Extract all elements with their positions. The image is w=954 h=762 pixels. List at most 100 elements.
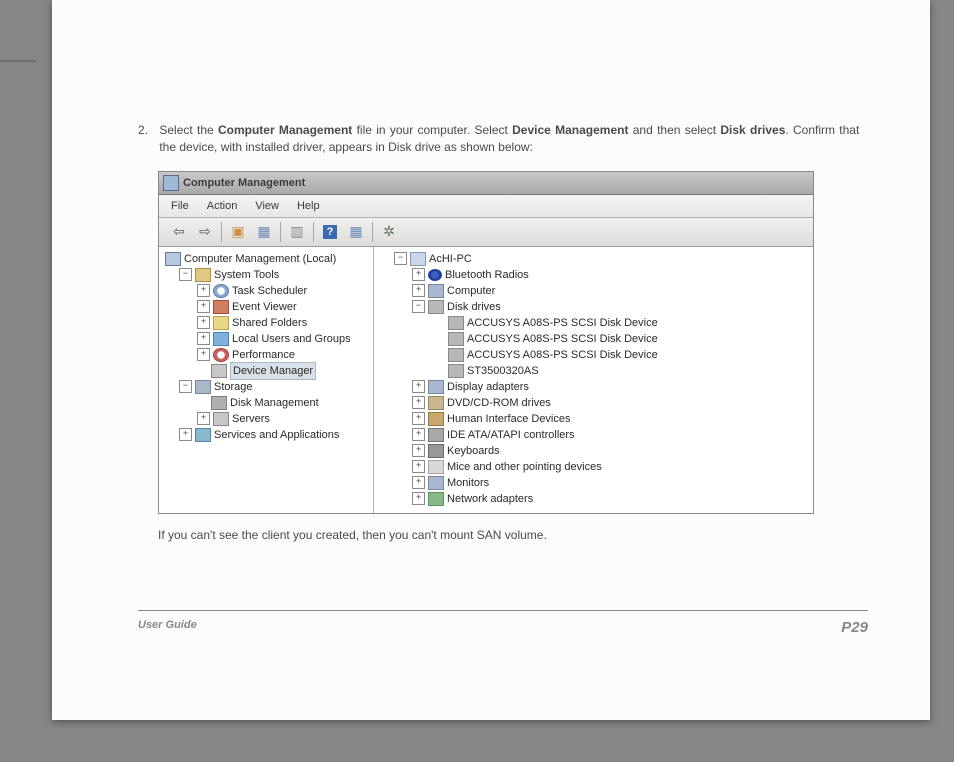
expand-icon[interactable]: + — [197, 300, 210, 313]
device-icon — [211, 364, 227, 378]
mouse-icon — [428, 460, 444, 474]
performance-icon — [213, 348, 229, 362]
tree-event-viewer[interactable]: +Event Viewer — [161, 299, 371, 315]
toolbar-separator — [280, 222, 281, 242]
device-disk-drives[interactable]: −Disk drives — [376, 299, 811, 315]
footer: User Guide P29 — [138, 610, 868, 636]
folder-icon — [213, 316, 229, 330]
right-pane[interactable]: −AcHI-PC +Bluetooth Radios +Computer −Di… — [374, 247, 813, 513]
services-icon — [195, 428, 211, 442]
expand-icon[interactable]: + — [412, 284, 425, 297]
show-hide-button[interactable]: ▦ — [252, 220, 276, 244]
toolbar-separator — [372, 222, 373, 242]
tree-performance[interactable]: +Performance — [161, 347, 371, 363]
device-network[interactable]: +Network adapters — [376, 491, 811, 507]
expand-icon[interactable]: + — [197, 316, 210, 329]
tree-device-manager[interactable]: Device Manager — [161, 363, 371, 379]
dvd-icon — [428, 396, 444, 410]
panes: Computer Management (Local) −System Tool… — [159, 247, 813, 513]
disk-icon — [211, 396, 227, 410]
expand-icon[interactable]: + — [412, 396, 425, 409]
instruction-body: Select the Computer Management file in y… — [159, 122, 859, 157]
server-icon — [213, 412, 229, 426]
drive-icon — [448, 316, 464, 330]
crop-mark-left — [0, 60, 36, 62]
help-button[interactable]: ? — [318, 220, 342, 244]
ide-icon — [428, 428, 444, 442]
forward-button[interactable]: ⇨ — [193, 220, 217, 244]
collapse-icon[interactable]: − — [394, 252, 407, 265]
device-bluetooth[interactable]: +Bluetooth Radios — [376, 267, 811, 283]
menu-view[interactable]: View — [255, 200, 279, 212]
expand-icon[interactable]: + — [412, 380, 425, 393]
tree-storage[interactable]: −Storage — [161, 379, 371, 395]
disk-device-1[interactable]: ACCUSYS A08S-PS SCSI Disk Device — [376, 315, 811, 331]
disk-device-3[interactable]: ACCUSYS A08S-PS SCSI Disk Device — [376, 347, 811, 363]
collapse-icon[interactable]: − — [179, 380, 192, 393]
expand-icon[interactable]: + — [412, 460, 425, 473]
screenshot-window: Computer Management File Action View Hel… — [158, 171, 814, 514]
toolbar-separator — [221, 222, 222, 242]
device-mice[interactable]: +Mice and other pointing devices — [376, 459, 811, 475]
pc-icon — [410, 252, 426, 266]
menu-help[interactable]: Help — [297, 200, 320, 212]
tree-task-scheduler[interactable]: +Task Scheduler — [161, 283, 371, 299]
note-text: If you can't see the client you created,… — [158, 528, 868, 542]
back-button[interactable]: ⇦ — [167, 220, 191, 244]
expand-icon[interactable]: + — [412, 444, 425, 457]
device-keyboards[interactable]: +Keyboards — [376, 443, 811, 459]
collapse-icon[interactable]: − — [179, 268, 192, 281]
expand-icon[interactable]: + — [412, 492, 425, 505]
device-computer[interactable]: +Computer — [376, 283, 811, 299]
expand-icon[interactable]: + — [197, 412, 210, 425]
disk-device-4[interactable]: ST3500320AS — [376, 363, 811, 379]
footer-guide: User Guide — [138, 619, 197, 636]
collapse-icon[interactable]: − — [412, 300, 425, 313]
menu-file[interactable]: File — [171, 200, 189, 212]
drive-icon — [448, 364, 464, 378]
tree-system-tools[interactable]: −System Tools — [161, 267, 371, 283]
expand-icon[interactable]: + — [197, 332, 210, 345]
tree-servers[interactable]: +Servers — [161, 411, 371, 427]
event-icon — [213, 300, 229, 314]
device-ide[interactable]: +IDE ATA/ATAPI controllers — [376, 427, 811, 443]
menu-action[interactable]: Action — [207, 200, 238, 212]
left-pane[interactable]: Computer Management (Local) −System Tool… — [159, 247, 374, 513]
disk-device-2[interactable]: ACCUSYS A08S-PS SCSI Disk Device — [376, 331, 811, 347]
footer-page: P29 — [841, 619, 868, 636]
device-hid[interactable]: +Human Interface Devices — [376, 411, 811, 427]
expand-icon[interactable]: + — [197, 348, 210, 361]
computer-icon — [165, 252, 181, 266]
device-monitors[interactable]: +Monitors — [376, 475, 811, 491]
device-root[interactable]: −AcHI-PC — [376, 251, 811, 267]
device-display[interactable]: +Display adapters — [376, 379, 811, 395]
expand-icon[interactable]: + — [179, 428, 192, 441]
display-icon — [428, 380, 444, 394]
device-dvd[interactable]: +DVD/CD-ROM drives — [376, 395, 811, 411]
expand-icon[interactable]: + — [412, 412, 425, 425]
tree-root[interactable]: Computer Management (Local) — [161, 251, 371, 267]
bluetooth-icon — [428, 269, 442, 281]
refresh-button[interactable]: ✲ — [377, 220, 401, 244]
expand-icon[interactable]: + — [197, 284, 210, 297]
users-icon — [213, 332, 229, 346]
expand-icon[interactable]: + — [412, 476, 425, 489]
titlebar: Computer Management — [159, 172, 813, 195]
view-button[interactable]: ▦ — [344, 220, 368, 244]
tree-local-users[interactable]: +Local Users and Groups — [161, 331, 371, 347]
up-button[interactable]: ▣ — [226, 220, 250, 244]
toolbar-separator — [313, 222, 314, 242]
drive-icon — [448, 348, 464, 362]
instruction-text: 2. Select the Computer Management file i… — [138, 122, 868, 157]
expand-icon[interactable]: + — [412, 268, 425, 281]
tools-icon — [195, 268, 211, 282]
tree-shared-folders[interactable]: +Shared Folders — [161, 315, 371, 331]
expand-icon[interactable]: + — [412, 428, 425, 441]
network-icon — [428, 492, 444, 506]
tree-services-apps[interactable]: +Services and Applications — [161, 427, 371, 443]
hid-icon — [428, 412, 444, 426]
drive-icon — [448, 332, 464, 346]
tree-disk-management[interactable]: Disk Management — [161, 395, 371, 411]
monitor-icon — [428, 284, 444, 298]
properties-button[interactable]: ▥ — [285, 220, 309, 244]
